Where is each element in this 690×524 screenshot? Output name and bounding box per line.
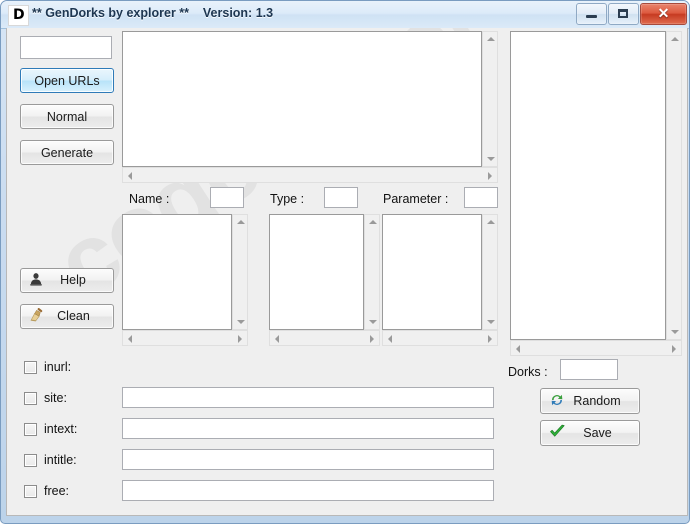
minimize-button[interactable] [576,3,607,25]
scroll-up-icon[interactable] [237,220,245,224]
filter-row-site[interactable]: site: [24,391,67,405]
maximize-icon [618,9,628,18]
normal-button[interactable]: Normal [20,104,114,129]
scroll-down-icon[interactable] [369,320,377,324]
save-button[interactable]: Save [540,420,640,446]
type-label: Type : [270,192,305,206]
url-input[interactable] [20,36,112,59]
scroll-down-icon[interactable] [237,320,245,324]
intext-checkbox[interactable] [24,422,37,436]
inurl-label: inurl: [44,360,72,374]
parameter-field[interactable] [464,187,498,208]
name-list[interactable] [122,214,232,330]
broom-icon [29,308,44,325]
scroll-down-icon[interactable] [487,157,495,161]
random-label: Random [573,393,621,408]
close-icon: ✕ [657,5,670,21]
free-input[interactable] [122,480,494,501]
clean-label: Clean [57,309,90,324]
generate-button[interactable]: Generate [20,140,114,165]
help-button[interactable]: Help [20,268,114,293]
type-field[interactable] [324,187,358,208]
filter-row-inurl[interactable]: inurl: [24,360,71,374]
scroll-left-icon[interactable] [128,172,132,180]
dorks-input[interactable] [560,359,618,380]
help-label: Help [60,273,86,288]
scroll-right-icon[interactable] [488,335,492,343]
close-button[interactable]: ✕ [640,3,687,25]
window-controls: ✕ [575,3,687,25]
title-bar: D ** GenDorks by explorer ** Version: 1.… [1,1,689,29]
intitle-input[interactable] [122,449,494,470]
scroll-right-icon[interactable] [238,335,242,343]
application-window: D ** GenDorks by explorer ** Version: 1.… [0,0,690,524]
app-d-icon: D [8,5,29,26]
scroll-up-icon[interactable] [671,37,679,41]
scroll-right-icon[interactable] [488,172,492,180]
refresh-icon [549,392,565,411]
parameter-list[interactable] [382,214,482,330]
site-label: site: [44,391,67,405]
checkmark-icon [549,424,566,442]
free-label: free: [44,484,70,498]
intext-input[interactable] [122,418,494,439]
urls-textarea[interactable] [122,31,482,167]
urls-vertical-scrollbar[interactable] [482,31,498,167]
scroll-right-icon[interactable] [370,335,374,343]
urls-horizontal-scrollbar[interactable] [122,167,498,183]
name-list-pane [122,214,248,346]
parameter-label: Parameter : [383,192,449,206]
scroll-left-icon[interactable] [128,335,132,343]
name-label: Name : [129,192,170,206]
filter-row-free[interactable]: free: [24,484,69,498]
results-list[interactable] [510,31,666,340]
intitle-checkbox[interactable] [24,453,37,467]
type-list-horizontal-scrollbar[interactable] [269,330,380,346]
inurl-checkbox[interactable] [24,360,37,374]
urls-textarea-pane [122,31,498,183]
site-input[interactable] [122,387,494,408]
name-list-vertical-scrollbar[interactable] [232,214,248,330]
random-button[interactable]: Random [540,388,640,414]
name-field[interactable] [210,187,244,208]
intitle-label: intitle: [44,453,77,467]
parameter-list-pane [382,214,498,346]
results-vertical-scrollbar[interactable] [666,31,682,340]
free-checkbox[interactable] [24,484,37,498]
scroll-right-icon[interactable] [672,345,676,353]
maximize-button[interactable] [608,3,639,25]
window-title: ** GenDorks by explorer ** Version: 1.3 [32,6,274,20]
parameter-list-horizontal-scrollbar[interactable] [382,330,498,346]
type-list-vertical-scrollbar[interactable] [364,214,380,330]
normal-label: Normal [46,110,88,124]
results-horizontal-scrollbar[interactable] [510,340,682,356]
scroll-down-icon[interactable] [487,320,495,324]
type-list-pane [269,214,380,346]
person-icon [29,272,43,289]
client-area: codeby.net Open URLs Normal Generate [6,28,688,516]
type-list[interactable] [269,214,364,330]
results-list-pane [510,31,682,356]
scroll-left-icon[interactable] [516,345,520,353]
scroll-left-icon[interactable] [388,335,392,343]
parameter-list-vertical-scrollbar[interactable] [482,214,498,330]
name-list-horizontal-scrollbar[interactable] [122,330,248,346]
open-urls-label: Open URLs [34,74,100,88]
scroll-down-icon[interactable] [671,330,679,334]
scroll-left-icon[interactable] [275,335,279,343]
scroll-up-icon[interactable] [487,37,495,41]
generate-label: Generate [40,146,94,160]
scroll-up-icon[interactable] [369,220,377,224]
filter-row-intext[interactable]: intext: [24,422,77,436]
dorks-label: Dorks : [508,365,548,379]
clean-button[interactable]: Clean [20,304,114,329]
open-urls-button[interactable]: Open URLs [20,68,114,93]
minimize-icon [586,15,597,18]
filter-row-intitle[interactable]: intitle: [24,453,77,467]
intext-label: intext: [44,422,78,436]
site-checkbox[interactable] [24,391,37,405]
scroll-up-icon[interactable] [487,220,495,224]
save-label: Save [583,425,612,440]
